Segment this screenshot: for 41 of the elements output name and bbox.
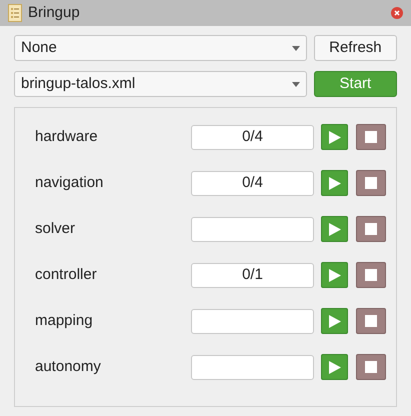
play-button[interactable] xyxy=(321,354,348,380)
robot-dropdown[interactable]: None xyxy=(14,35,307,61)
play-icon xyxy=(328,130,340,144)
progress-field: 0/4 xyxy=(191,124,314,150)
refresh-button[interactable]: Refresh xyxy=(314,35,397,61)
play-icon xyxy=(328,222,340,236)
stop-icon xyxy=(365,131,377,143)
play-icon xyxy=(328,176,340,190)
stop-button[interactable] xyxy=(356,354,386,380)
play-icon xyxy=(328,360,340,374)
stop-button[interactable] xyxy=(356,216,386,242)
play-button[interactable] xyxy=(321,216,348,242)
stop-button[interactable] xyxy=(356,262,386,288)
checklist-icon xyxy=(8,4,22,22)
play-icon xyxy=(328,314,340,328)
stop-icon xyxy=(365,361,377,373)
group-label: solver xyxy=(35,218,76,239)
progress-field: 0/4 xyxy=(191,170,314,196)
caret-icon xyxy=(292,46,300,50)
play-button[interactable] xyxy=(321,308,348,334)
play-icon xyxy=(328,268,340,282)
stop-icon xyxy=(365,315,377,327)
close-icon[interactable] xyxy=(391,7,403,19)
group-label: mapping xyxy=(35,310,94,331)
stop-icon xyxy=(365,223,377,235)
progress-field: 0/1 xyxy=(191,262,314,288)
group-label: hardware xyxy=(35,126,99,147)
window-title: Bringup xyxy=(28,2,80,23)
stop-icon xyxy=(365,269,377,281)
group-label: controller xyxy=(35,264,98,285)
stop-button[interactable] xyxy=(356,170,386,196)
stop-button[interactable] xyxy=(356,308,386,334)
caret-icon xyxy=(292,82,300,86)
group-label: autonomy xyxy=(35,356,102,377)
play-button[interactable] xyxy=(321,170,348,196)
play-button[interactable] xyxy=(321,262,348,288)
stop-button[interactable] xyxy=(356,124,386,150)
stop-icon xyxy=(365,177,377,189)
config-dropdown[interactable]: bringup-talos.xml xyxy=(14,71,307,97)
play-button[interactable] xyxy=(321,124,348,150)
group-label: navigation xyxy=(35,172,104,193)
